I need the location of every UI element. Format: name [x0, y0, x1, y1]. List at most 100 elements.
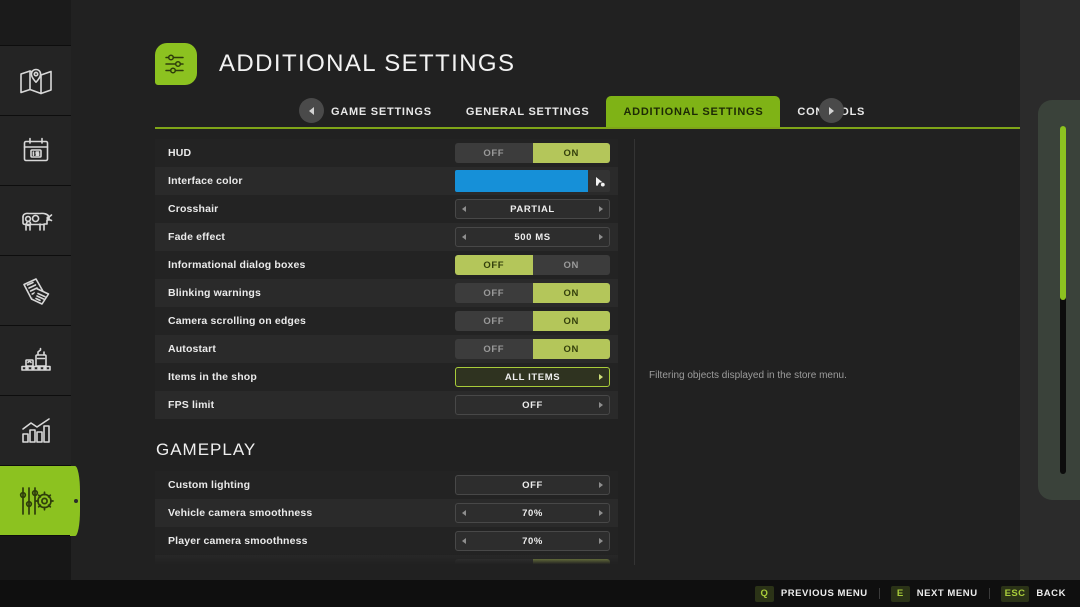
chevron-left-icon: [462, 234, 466, 240]
table-row[interactable]: Autostart OFF ON: [155, 335, 618, 363]
setting-label: Items in the shop: [155, 371, 257, 383]
table-row[interactable]: FPS limit OFF: [155, 391, 618, 419]
table-row[interactable]: Custom lighting OFF: [155, 471, 618, 499]
sidebar-item-statistics[interactable]: [0, 396, 71, 466]
sidebar-item-production[interactable]: [0, 326, 71, 396]
main-content: ADDITIONAL SETTINGS GAME SETTINGS GENERA…: [71, 0, 1080, 580]
scrollbar-track[interactable]: [1060, 126, 1066, 474]
page-header: ADDITIONAL SETTINGS: [155, 43, 515, 85]
setting-label: Informational dialog boxes: [155, 259, 306, 271]
toggle-on[interactable]: ON: [533, 339, 611, 359]
toggle-on[interactable]: ON: [533, 143, 611, 163]
chevron-right-icon: [599, 402, 603, 408]
toggle-off[interactable]: OFF: [455, 283, 533, 303]
stepper-next-button[interactable]: [593, 538, 609, 544]
stepper-prev-button[interactable]: [456, 234, 472, 240]
hint-separator: [879, 588, 880, 599]
items-in-shop-stepper[interactable]: ALL ITEMS: [455, 367, 610, 387]
sidebar-item-animals[interactable]: [0, 186, 71, 256]
tab-game-settings[interactable]: GAME SETTINGS: [314, 96, 449, 128]
hint-previous-menu[interactable]: Q PREVIOUS MENU: [755, 586, 868, 602]
partial-toggle[interactable]: [455, 559, 610, 565]
interface-color-control[interactable]: [455, 170, 610, 192]
tab-additional-settings[interactable]: ADDITIONAL SETTINGS: [606, 96, 780, 128]
table-row[interactable]: Player camera smoothness 70%: [155, 527, 618, 555]
stepper-next-button[interactable]: [593, 510, 609, 516]
toggle-off[interactable]: [455, 559, 533, 565]
hint-next-menu[interactable]: E NEXT MENU: [891, 586, 978, 602]
key-badge-e: E: [891, 586, 910, 602]
page-title: ADDITIONAL SETTINGS: [219, 50, 515, 78]
stepper-next-button[interactable]: [593, 374, 609, 380]
stepper-value: PARTIAL: [472, 204, 593, 215]
fade-effect-stepper[interactable]: 500 MS: [455, 227, 610, 247]
settings-sliders-icon: [155, 43, 197, 85]
stepper-value: 500 MS: [472, 232, 593, 243]
table-row[interactable]: Interface color: [155, 167, 618, 195]
toggle-on[interactable]: ON: [533, 283, 611, 303]
setting-label: Custom lighting: [155, 479, 250, 491]
stepper-next-button[interactable]: [593, 482, 609, 488]
hud-toggle[interactable]: OFF ON: [455, 143, 610, 163]
bottom-hint-bar: Q PREVIOUS MENU E NEXT MENU ESC BACK: [0, 580, 1080, 607]
hint-separator: [989, 588, 990, 599]
color-swatch[interactable]: [455, 170, 588, 192]
toggle-off[interactable]: OFF: [455, 311, 533, 331]
autostart-toggle[interactable]: OFF ON: [455, 339, 610, 359]
chevron-right-icon: [599, 482, 603, 488]
stepper-value: ALL ITEMS: [472, 372, 593, 383]
stepper-next-button[interactable]: [593, 402, 609, 408]
table-row[interactable]: Fade effect 500 MS: [155, 223, 618, 251]
key-badge-esc: ESC: [1001, 586, 1030, 602]
info-dialogs-toggle[interactable]: OFF ON: [455, 255, 610, 275]
toggle-on[interactable]: [533, 559, 611, 565]
chevron-right-icon: [829, 107, 834, 115]
vehicle-camera-smoothness-stepper[interactable]: 70%: [455, 503, 610, 523]
stepper-next-button[interactable]: [593, 206, 609, 212]
color-picker-button[interactable]: [588, 170, 610, 192]
blinking-warnings-toggle[interactable]: OFF ON: [455, 283, 610, 303]
tab-next-button[interactable]: [819, 98, 844, 123]
toggle-off[interactable]: OFF: [455, 339, 533, 359]
sidebar-item-map[interactable]: [0, 46, 71, 116]
tab-list: GAME SETTINGS GENERAL SETTINGS ADDITIONA…: [314, 96, 882, 128]
fps-limit-stepper[interactable]: OFF: [455, 395, 610, 415]
setting-label: Vehicle camera smoothness: [155, 507, 312, 519]
stepper-next-button[interactable]: [593, 234, 609, 240]
sliders-gear-icon: [18, 486, 54, 516]
stepper-prev-button[interactable]: [456, 510, 472, 516]
tab-bar: GAME SETTINGS GENERAL SETTINGS ADDITIONA…: [155, 96, 1080, 128]
table-row[interactable]: Camera scrolling on edges OFF ON: [155, 307, 618, 335]
chevron-right-icon: [599, 538, 603, 544]
custom-lighting-stepper[interactable]: OFF: [455, 475, 610, 495]
crosshair-stepper[interactable]: PARTIAL: [455, 199, 610, 219]
table-row[interactable]: Vehicle camera smoothness 70%: [155, 499, 618, 527]
right-decor-inner: [1038, 100, 1080, 500]
sidebar-item-contracts[interactable]: [0, 256, 71, 326]
toggle-on[interactable]: ON: [533, 255, 611, 275]
sidebar-item-settings[interactable]: [0, 466, 71, 536]
chevron-right-icon: [599, 374, 603, 380]
stepper-prev-button[interactable]: [456, 206, 472, 212]
player-camera-smoothness-stepper[interactable]: 70%: [455, 531, 610, 551]
sidebar-item-calendar[interactable]: [0, 116, 71, 186]
table-row[interactable]: HUD OFF ON: [155, 139, 618, 167]
camera-scrolling-toggle[interactable]: OFF ON: [455, 311, 610, 331]
toggle-off[interactable]: OFF: [455, 255, 533, 275]
setting-label: Crosshair: [155, 203, 218, 215]
sidebar: [0, 0, 71, 580]
tab-general-settings[interactable]: GENERAL SETTINGS: [449, 96, 607, 128]
table-row[interactable]: Blinking warnings OFF ON: [155, 279, 618, 307]
table-row[interactable]: Informational dialog boxes OFF ON: [155, 251, 618, 279]
scrollbar-thumb[interactable]: [1060, 126, 1066, 300]
toggle-off[interactable]: OFF: [455, 143, 533, 163]
table-row[interactable]: Items in the shop ALL ITEMS: [155, 363, 618, 391]
chevron-left-icon: [462, 538, 466, 544]
table-row[interactable]: Crosshair PARTIAL: [155, 195, 618, 223]
table-row-partial[interactable]: [155, 555, 618, 565]
hint-label: NEXT MENU: [917, 588, 978, 599]
stepper-prev-button[interactable]: [456, 538, 472, 544]
hint-back[interactable]: ESC BACK: [1001, 586, 1066, 602]
toggle-on[interactable]: ON: [533, 311, 611, 331]
setting-label: Fade effect: [155, 231, 225, 243]
